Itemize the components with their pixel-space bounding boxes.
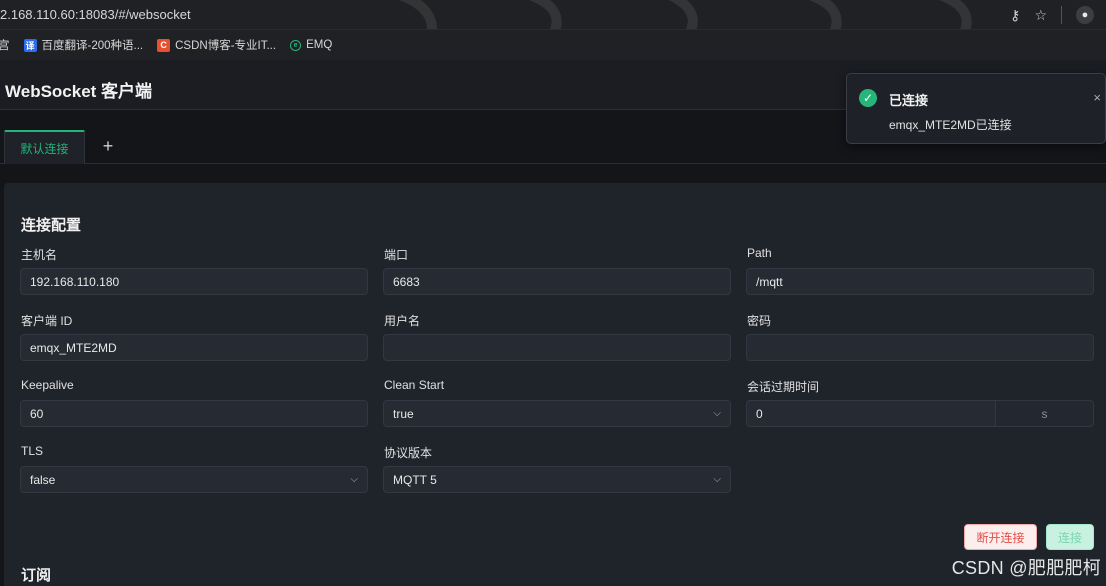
- session-expiry-value: 0: [756, 406, 763, 421]
- chevron-down-icon: ⌵: [713, 474, 721, 485]
- add-tab-button[interactable]: +: [98, 136, 118, 156]
- subscription-title: 订阅: [21, 567, 52, 584]
- tls-value: false: [30, 472, 56, 487]
- connection-config-title: 连接配置: [21, 217, 82, 234]
- username-label: 用户名: [384, 314, 421, 328]
- bookmark-label: CSDN博客-专业IT...: [175, 40, 277, 52]
- header-pattern-decoration: [398, 0, 972, 29]
- toolbar-divider: [1061, 6, 1062, 24]
- connect-button[interactable]: 连接: [1046, 524, 1094, 550]
- address-url[interactable]: 2.168.110.60:18083/#/websocket: [0, 7, 191, 22]
- watermark: CSDN @肥肥肥柯: [951, 558, 1101, 578]
- username-input[interactable]: [383, 334, 731, 361]
- bookmarks-bar: 宫 译 百度翻译-200种语... C CSDN博客-专业IT... e EMQ: [0, 30, 1106, 60]
- password-label: 密码: [747, 314, 772, 328]
- clean-start-select[interactable]: true ⌵: [383, 400, 731, 427]
- path-input[interactable]: /mqtt: [746, 268, 1094, 295]
- notification-message: emqx_MTE2MD已连接: [889, 118, 1012, 132]
- host-input[interactable]: 192.168.110.180: [20, 268, 368, 295]
- browser-address-bar: 2.168.110.60:18083/#/websocket ⚷ ☆ ●: [0, 0, 1106, 30]
- client-id-value: emqx_MTE2MD: [30, 340, 117, 355]
- connection-panel: [4, 183, 1106, 586]
- keepalive-label: Keepalive: [21, 378, 74, 392]
- keepalive-input[interactable]: 60: [20, 400, 368, 427]
- bookmark-item-baidu-fanyi[interactable]: 译 百度翻译-200种语...: [23, 37, 144, 53]
- key-icon[interactable]: ⚷: [1010, 7, 1020, 24]
- bookmark-item-csdn[interactable]: C CSDN博客-专业IT...: [157, 37, 276, 53]
- host-value: 192.168.110.180: [30, 274, 120, 289]
- host-label: 主机名: [21, 248, 58, 262]
- session-expiry-unit: s: [995, 401, 1093, 426]
- star-icon[interactable]: ☆: [1034, 7, 1047, 24]
- keepalive-value: 60: [30, 406, 44, 421]
- check-circle-icon: ✓: [859, 89, 877, 107]
- client-id-label: 客户端 ID: [21, 314, 73, 328]
- protocol-version-label: 协议版本: [384, 446, 433, 460]
- chevron-down-icon: ⌵: [713, 408, 721, 419]
- clean-start-value: true: [393, 406, 414, 421]
- path-value: /mqtt: [756, 274, 783, 289]
- tls-label: TLS: [21, 444, 44, 458]
- page-title: WebSocket 客户端: [5, 82, 153, 101]
- protocol-version-select[interactable]: MQTT 5 ⌵: [383, 466, 731, 493]
- clean-start-label: Clean Start: [384, 378, 445, 392]
- password-input[interactable]: [746, 334, 1094, 361]
- notification-title: 已连接: [889, 93, 929, 108]
- session-expiry-label: 会话过期时间: [747, 380, 820, 394]
- disconnect-button[interactable]: 断开连接: [964, 524, 1037, 550]
- port-value: 6683: [393, 274, 420, 289]
- bookmark-item[interactable]: 宫: [0, 37, 10, 53]
- profile-icon[interactable]: ●: [1076, 6, 1094, 24]
- fanyi-icon: 译: [23, 38, 37, 52]
- bookmark-label: 百度翻译-200种语...: [41, 40, 144, 52]
- tabbar-divider: [0, 163, 1106, 164]
- port-label: 端口: [384, 248, 409, 262]
- emq-icon: e: [290, 39, 302, 51]
- close-icon[interactable]: ×: [1093, 90, 1101, 105]
- session-expiry-input[interactable]: 0 s: [746, 400, 1094, 427]
- path-label: Path: [747, 246, 772, 260]
- chevron-down-icon: ⌵: [350, 474, 358, 485]
- client-id-input[interactable]: emqx_MTE2MD: [20, 334, 368, 361]
- protocol-version-value: MQTT 5: [393, 472, 437, 487]
- port-input[interactable]: 6683: [383, 268, 731, 295]
- tab-default-connection[interactable]: 默认连接: [4, 130, 85, 164]
- connected-notification: ✓ 已连接 emqx_MTE2MD已连接 ×: [846, 73, 1106, 144]
- bookmark-item-emq[interactable]: e EMQ: [290, 39, 332, 51]
- bookmark-label: 宫: [0, 40, 10, 52]
- address-actions: ⚷ ☆ ●: [1010, 4, 1106, 26]
- csdn-icon: C: [157, 38, 171, 52]
- bookmark-label: EMQ: [306, 39, 333, 51]
- tls-select[interactable]: false ⌵: [20, 466, 368, 493]
